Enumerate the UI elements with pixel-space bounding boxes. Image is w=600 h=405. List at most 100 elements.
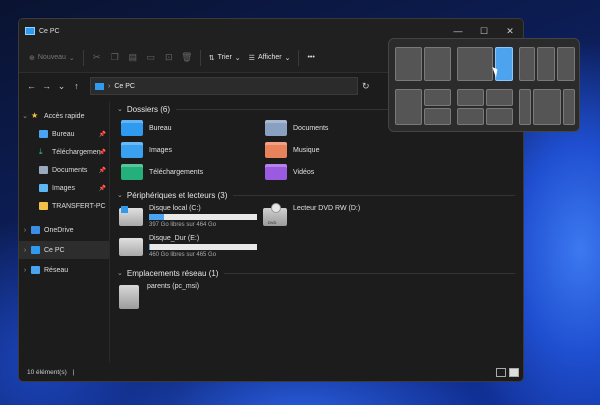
sidebar-item-transfert-pc[interactable]: TRANSFERT-PC [19, 197, 109, 215]
cut-icon[interactable]: ✂ [88, 47, 106, 69]
breadcrumb[interactable]: Ce PC [114, 83, 135, 90]
drive-item[interactable]: Disque_Dur (E:) 460 Go libres sur 465 Go [115, 233, 259, 263]
videos-folder-icon [265, 164, 287, 180]
network-section-header[interactable]: ⌄ Emplacements réseau (1) [115, 265, 523, 281]
sidebar-item-label: Documents [52, 166, 88, 174]
snap-zone[interactable] [457, 89, 484, 106]
snap-zone[interactable] [533, 89, 561, 125]
sidebar-item-label: Ce PC [44, 246, 65, 254]
sort-button[interactable]: ⇅ Trier ⌄ [205, 47, 245, 69]
drive-free-space: 397 Go libres sur 464 Go [149, 222, 217, 228]
paste-icon[interactable]: ▤ [124, 47, 142, 69]
divider [233, 194, 515, 196]
chevron-right-icon[interactable]: › [19, 247, 31, 254]
folder-item[interactable]: Vidéos [259, 161, 403, 183]
share-icon[interactable]: ⊡ [160, 47, 178, 69]
chevron-down-icon[interactable]: ⌄ [19, 112, 31, 120]
content-area: ⌄ Dossiers (6) Bureau Documents Images Musi… [115, 101, 523, 363]
snap-zone[interactable] [563, 89, 575, 125]
sidebar-item-acc-s-rapide[interactable]: ⌄ ★ Accès rapide [19, 107, 109, 125]
snap-zone[interactable] [486, 108, 513, 125]
snap-zone[interactable] [557, 47, 575, 81]
network-list: parents (pc_msi) [115, 281, 523, 315]
window-title: Ce PC [39, 27, 60, 35]
up-arrow-icon[interactable]: ↑ [69, 81, 84, 91]
sidebar-item-t-l-chargemen[interactable]: ⤓ Téléchargemen 📌 [19, 143, 109, 161]
drive-item[interactable]: DVD Lecteur DVD RW (D:) [259, 203, 403, 233]
pin-icon: 📌 [98, 167, 106, 174]
folder-item[interactable]: Bureau [115, 117, 259, 139]
snap-zone[interactable] [537, 47, 555, 81]
sidebar-item-label: Réseau [44, 266, 69, 274]
desktop-icon [39, 130, 48, 138]
sidebar-item-onedrive[interactable]: › OneDrive [19, 221, 109, 239]
sidebar-item-r-seau[interactable]: › Réseau [19, 261, 109, 279]
snap-zone[interactable] [486, 89, 513, 106]
sidebar-item-ce-pc[interactable]: › Ce PC [19, 241, 109, 259]
sidebar-item-label: TRANSFERT-PC [52, 202, 106, 210]
snap-zone[interactable] [457, 47, 493, 81]
images-folder-icon [121, 142, 143, 158]
snap-zone[interactable] [457, 108, 484, 125]
sidebar-item-bureau[interactable]: Bureau 📌 [19, 125, 109, 143]
drive-name: Lecteur DVD RW (D:) [293, 205, 361, 212]
refresh-icon[interactable]: ↻ [362, 81, 370, 92]
breadcrumb-separator: › [108, 82, 111, 90]
network-icon [31, 266, 40, 274]
desktop-folder-icon [121, 120, 143, 136]
folder-item[interactable]: Images [115, 139, 259, 161]
folder-label: Documents [293, 124, 329, 132]
snap-zone[interactable] [424, 89, 451, 106]
snap-zone[interactable] [424, 47, 451, 81]
chevron-right-icon[interactable]: › [19, 267, 31, 274]
snap-zone[interactable] [519, 47, 535, 81]
sidebar-item-label: OneDrive [44, 226, 74, 234]
sidebar-item-documents[interactable]: Documents 📌 [19, 161, 109, 179]
download-icon: ⤓ [39, 147, 43, 156]
forward-arrow-icon[interactable]: → [39, 81, 54, 91]
disc-icon [271, 203, 281, 213]
new-label: Nouveau [37, 54, 66, 61]
copy-icon[interactable]: ❐ [106, 47, 124, 69]
rename-icon[interactable]: ▭ [142, 47, 160, 69]
network-location-label: parents (pc_msi) [147, 283, 200, 290]
folder-label: Vidéos [293, 168, 315, 176]
snap-layout-two-thirds [457, 47, 513, 81]
divider [224, 272, 515, 274]
history-chevron-icon[interactable]: ⌄ [54, 81, 69, 92]
view-button[interactable]: ☰ Afficher ⌄ [245, 47, 295, 69]
delete-icon[interactable]: 🗑 [178, 47, 196, 69]
devices-section-header[interactable]: ⌄ Périphériques et lecteurs (3) [115, 187, 523, 203]
view-label: Afficher [257, 54, 282, 61]
back-arrow-icon[interactable]: ← [24, 81, 39, 91]
folder-label: Images [149, 146, 172, 154]
snap-zone[interactable] [519, 89, 531, 125]
item-count: 10 élément(s) [27, 368, 67, 376]
drive-name: Disque_Dur (E:) [149, 235, 200, 242]
folder-item[interactable]: Téléchargements [115, 161, 259, 183]
snap-zone[interactable] [424, 108, 451, 125]
hard-drive-icon [119, 238, 143, 256]
snap-layouts-flyout [388, 38, 580, 132]
tiles-view-icon[interactable] [509, 367, 519, 377]
chevron-right-icon[interactable]: › [19, 227, 31, 234]
status-bar: 10 élément(s) | [19, 363, 523, 381]
windows-drive-icon [119, 206, 143, 226]
sort-icon: ⇅ [208, 54, 215, 62]
folder-icon [39, 202, 48, 210]
network-location-item[interactable]: parents (pc_msi) [115, 281, 523, 315]
snap-zone[interactable] [395, 89, 422, 125]
snap-zone[interactable] [395, 47, 422, 81]
folder-item[interactable]: Musique [259, 139, 403, 161]
pin-icon: 📌 [98, 131, 106, 138]
more-options-button[interactable]: ••• [303, 47, 318, 69]
address-bar[interactable]: › Ce PC [90, 77, 358, 95]
sidebar-item-images[interactable]: Images 📌 [19, 179, 109, 197]
drive-item[interactable]: Disque local (C:) 397 Go libres sur 464 G… [115, 203, 259, 233]
folder-item[interactable]: Documents [259, 117, 403, 139]
drive-free-space: 460 Go libres sur 465 Go [149, 252, 217, 258]
sort-label: Trier [217, 54, 232, 61]
details-view-icon[interactable] [496, 367, 506, 377]
new-button[interactable]: ⊕ Nouveau ⌄ [25, 47, 79, 69]
sidebar-item-label: Images [52, 184, 75, 192]
